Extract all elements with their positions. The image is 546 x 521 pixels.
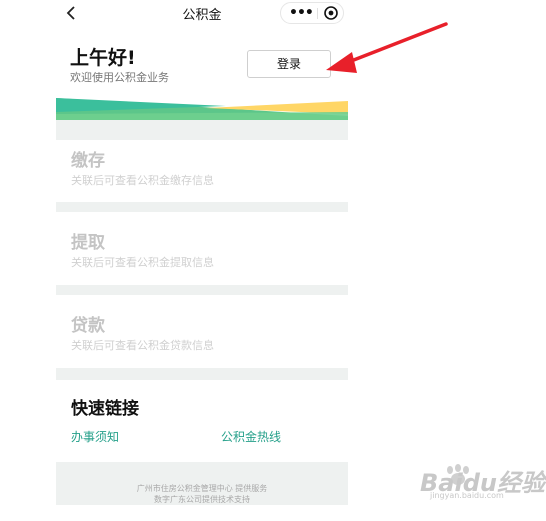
withdraw-desc: 关联后可查看公积金提取信息 [71, 256, 214, 269]
deposit-desc: 关联后可查看公积金缴存信息 [71, 174, 214, 187]
deposit-card[interactable]: 缴存 关联后可查看公积金缴存信息 [56, 140, 348, 202]
loan-title: 贷款 [71, 316, 105, 336]
loan-desc: 关联后可查看公积金贷款信息 [71, 339, 214, 352]
decorative-banner [56, 98, 348, 120]
footer-tech-support: 数字广东公司提供技术支持 [154, 495, 250, 504]
capsule-divider [317, 8, 318, 19]
greeting-title: 上午好! [70, 47, 136, 69]
hotline-link[interactable]: 公积金热线 [221, 428, 281, 445]
withdraw-title: 提取 [71, 233, 105, 253]
greeting-section: 上午好! 欢迎使用公积金业务 登录 [56, 27, 348, 99]
navigation-bar: 公积金 ••• [56, 0, 348, 26]
greeting-subtitle: 欢迎使用公积金业务 [70, 71, 169, 84]
loan-card[interactable]: 贷款 关联后可查看公积金贷款信息 [56, 295, 348, 368]
close-target-icon[interactable] [323, 5, 339, 21]
login-button[interactable]: 登录 [247, 50, 331, 78]
guide-link[interactable]: 办事须知 [71, 428, 119, 445]
footer-provider: 广州市住房公积金管理中心 提供服务 [136, 484, 268, 493]
withdraw-card[interactable]: 提取 关联后可查看公积金提取信息 [56, 212, 348, 285]
more-dots-icon[interactable]: ••• [289, 6, 314, 20]
quick-links-section: 快速链接 办事须知 公积金热线 [56, 380, 348, 462]
deposit-title: 缴存 [71, 151, 105, 171]
quick-links-title: 快速链接 [71, 399, 139, 419]
miniprogram-capsule: ••• [280, 2, 344, 24]
watermark-url: jingyan.baidu.com [430, 491, 504, 500]
